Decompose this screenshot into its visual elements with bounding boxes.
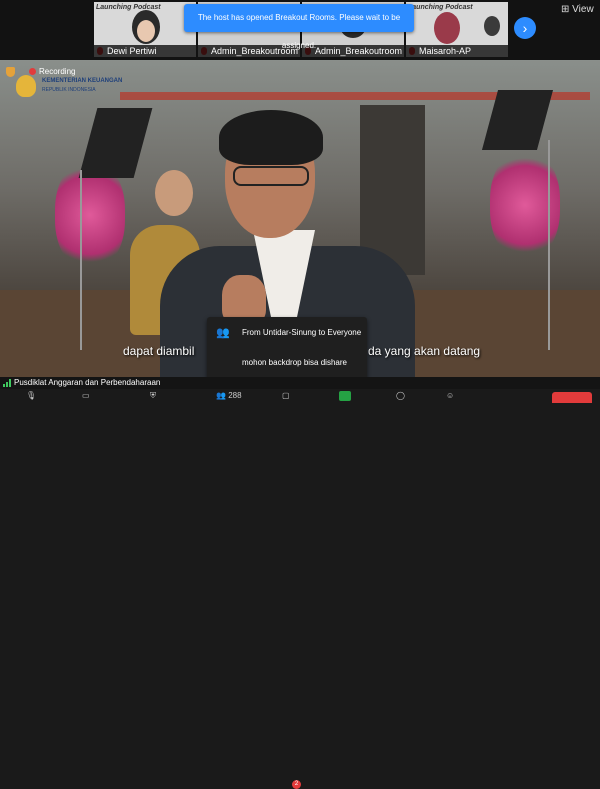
subtitle-left: dapat diambil [123,344,195,358]
people-icon: 👥 [216,327,230,339]
meeting-name: Pusdiklat Anggaran dan Perbendaharaan [14,378,161,387]
shield-icon [6,67,15,77]
participants-count: 288 [228,391,242,400]
record-button[interactable]: ◯ [396,391,405,401]
subtitle-right: da yang akan datang [368,344,481,358]
next-page-button[interactable]: › [514,17,536,39]
chat-unread-badge: 2 [292,780,301,789]
view-button[interactable]: ⊞ View [561,4,594,15]
breakout-notification: The host has opened Breakout Rooms. Plea… [184,4,414,50]
ministry-emblem-icon [16,75,36,97]
light-stand [548,140,550,350]
chat-notification[interactable]: 👥 From Untidar-Sinung to Everyone mohon … [207,317,367,381]
meeting-toolbar: 🎙 ▭ ⛨ 👥 288 ▢ 2 ◯ ☺ [0,389,600,789]
participant-video [434,12,460,44]
view-label: View [572,4,594,15]
chat-button[interactable]: ▢ [282,391,290,401]
share-screen-button[interactable] [339,391,351,401]
recording-label: Recording [39,67,76,76]
participant-face [137,20,155,42]
participant-tile[interactable]: Launching Podcast Dewi Pertiwi [94,2,196,57]
logo-line-1: KEMENTERIAN KEUANGAN [42,78,123,84]
participants-icon: 👥 [216,391,226,400]
participant-video [484,16,500,36]
participant-name: Admin_Breakoutroom [302,45,404,57]
grid-view-icon: ⊞ [561,4,570,15]
participants-button[interactable]: 👥 288 [216,391,242,401]
participant-tile[interactable]: Launching Podcast Maisaroh-AP [406,2,508,57]
speaker-glasses [233,166,309,186]
chevron-right-icon: › [522,20,528,36]
logo-line-2: REPUBLIK INDONESIA [42,87,96,93]
chat-sender: From Untidar-Sinung to Everyone [242,328,362,337]
participant-name: Dewi Pertiwi [94,45,196,57]
tile-banner: Launching Podcast [408,4,473,11]
reactions-button[interactable]: ☺ [446,391,454,401]
mute-button[interactable]: 🎙 [26,391,36,401]
record-dot-icon [29,68,36,75]
end-meeting-button[interactable] [552,392,592,403]
softbox-light [78,108,153,178]
chat-icon: ▢ [282,391,290,400]
light-stand [80,170,82,350]
crew-member-head [155,170,193,216]
chat-message: mohon backdrop bisa dishare [242,358,347,367]
video-button[interactable]: ▭ [82,391,90,401]
signal-strength-icon [3,379,11,387]
participant-name: Maisaroh-AP [406,45,508,57]
security-button[interactable]: ⛨ [150,391,156,401]
speaker-hair [219,110,323,165]
meeting-status-bar: Pusdiklat Anggaran dan Perbendaharaan [0,377,600,389]
